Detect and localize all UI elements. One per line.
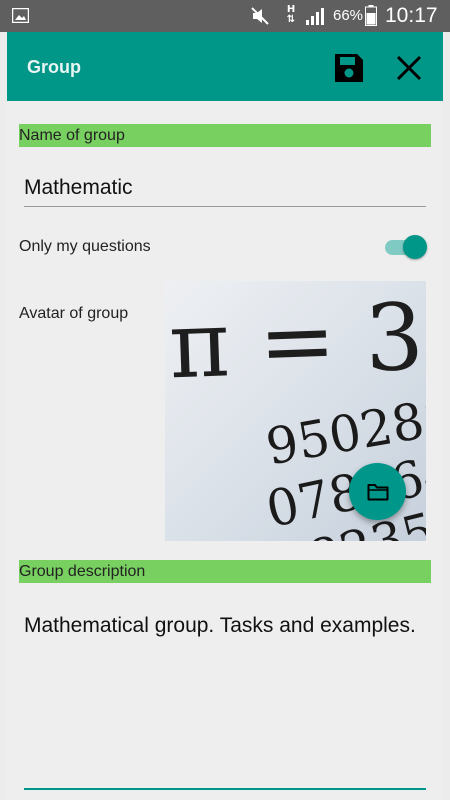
clock: 10:17 [385,4,438,27]
battery-percent: 66% [333,7,364,24]
status-bar: H ⇅ 66% 10:17 [0,0,450,32]
battery-icon [365,5,377,26]
pick-image-button[interactable] [349,463,406,520]
name-of-group-label: Name of group [19,124,431,147]
avatar-of-group-label: Avatar of group [19,305,129,322]
only-my-questions-switch[interactable] [383,234,429,260]
mute-icon [251,7,269,25]
only-my-questions-label: Only my questions [19,238,151,255]
switch-thumb [403,235,427,259]
close-icon [396,55,422,81]
folder-icon [367,483,388,500]
gallery-icon [12,8,29,23]
group-name-input[interactable] [24,170,426,207]
avatar-pi-text: π = 3.14 [167,281,426,399]
description-underline [24,788,426,790]
network-type-indicator: H ⇅ [286,4,296,25]
close-button[interactable] [389,48,429,88]
floppy-disk-icon [335,54,363,82]
group-description-label: Group description [19,560,431,583]
signal-icon [306,8,324,25]
save-button[interactable] [329,48,369,88]
group-description-input[interactable]: Mathematical group. Tasks and examples. [24,612,424,639]
app-bar: Group [7,32,443,101]
page-title: Group [27,57,81,77]
